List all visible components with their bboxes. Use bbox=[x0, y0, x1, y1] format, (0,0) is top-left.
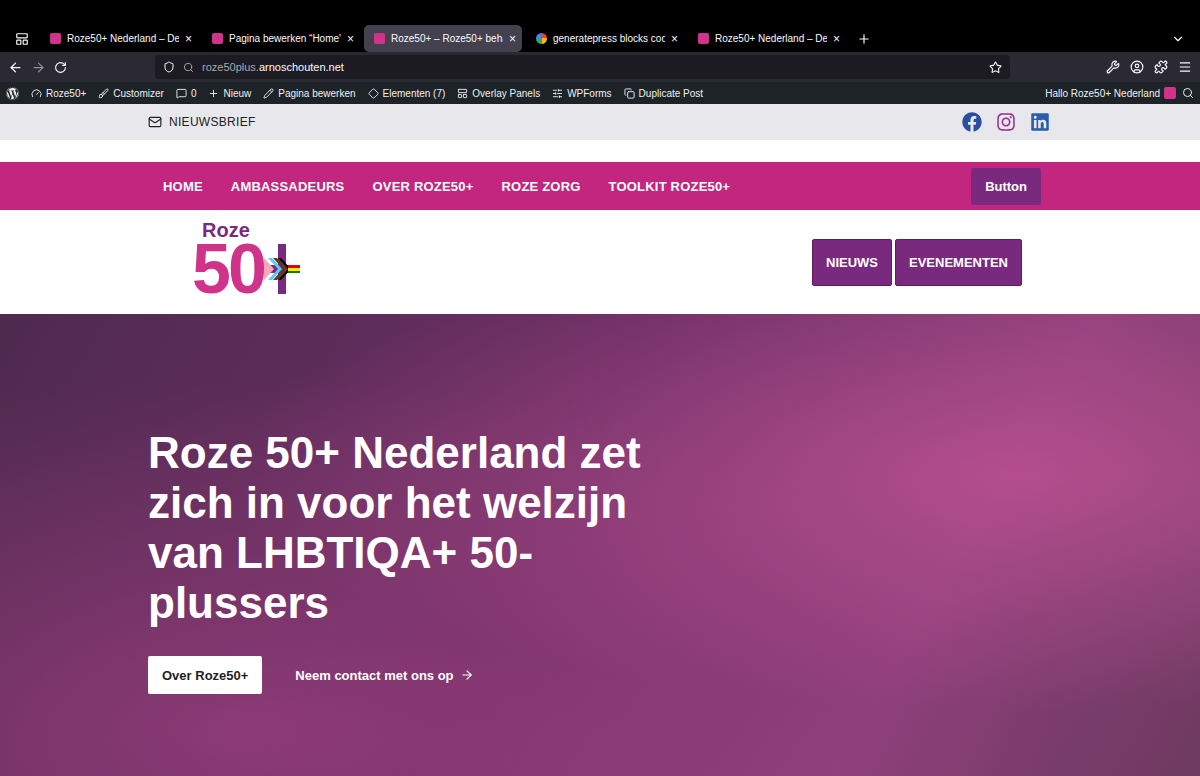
pencil-icon bbox=[263, 88, 274, 99]
favicon-icon bbox=[536, 33, 547, 44]
plus-icon bbox=[208, 88, 219, 99]
tab-list-button[interactable] bbox=[1164, 25, 1192, 53]
forms-icon bbox=[552, 88, 563, 99]
favicon-icon bbox=[698, 33, 709, 44]
nav-item[interactable]: OVER ROZE50+ bbox=[372, 179, 473, 194]
shield-icon bbox=[163, 61, 175, 73]
comment-icon bbox=[176, 88, 187, 99]
diamond-icon bbox=[368, 88, 379, 99]
tab-close-button[interactable]: × bbox=[509, 32, 516, 46]
browser-tab[interactable]: Roze50+ Nederland – De belang× bbox=[688, 25, 846, 52]
extensions-icon[interactable] bbox=[1154, 60, 1168, 74]
chevron-down-icon bbox=[1171, 32, 1185, 46]
favicon-icon bbox=[50, 33, 61, 44]
site-topbar: NIEUWSBRIEF bbox=[0, 104, 1200, 140]
admin-bar-item[interactable]: Elementen (7) bbox=[368, 88, 446, 99]
hero-heading: Roze 50+ Nederland zet zich in voor het … bbox=[148, 428, 708, 628]
wp-admin-bar: Roze50+ Customizer 0 Nieuw Pagina bewerken El… bbox=[0, 82, 1200, 104]
spacer bbox=[0, 140, 1200, 162]
site-logo[interactable]: Roze50 bbox=[192, 220, 300, 304]
reload-icon[interactable] bbox=[54, 61, 67, 74]
admin-bar-item[interactable]: Roze50+ bbox=[31, 88, 86, 99]
favicon-icon bbox=[374, 33, 385, 44]
account-icon[interactable] bbox=[1130, 60, 1144, 74]
plus-icon bbox=[857, 32, 871, 46]
browser-tab[interactable]: generatepress blocks code for s× bbox=[526, 25, 684, 52]
search-icon[interactable] bbox=[1182, 87, 1194, 99]
new-tab-button[interactable] bbox=[850, 25, 878, 53]
pride-plus-icon bbox=[264, 244, 300, 294]
tab-close-button[interactable]: × bbox=[833, 32, 840, 46]
copy-icon bbox=[624, 88, 635, 99]
contact-link[interactable]: Neem contact met ons op bbox=[295, 668, 473, 683]
hero: Roze 50+ Nederland zet zich in voor het … bbox=[0, 314, 1200, 776]
mail-icon bbox=[148, 115, 162, 129]
admin-bar-item[interactable]: Overlay Panels bbox=[457, 88, 540, 99]
nav-item[interactable]: ROZE ZORG bbox=[501, 179, 580, 194]
address-row: roze50plus.arnoschouten.net bbox=[0, 52, 1200, 82]
arrow-right-icon bbox=[460, 668, 474, 682]
browser-tab[interactable]: Pagina bewerken “Home” ‹ Roz× bbox=[202, 25, 360, 52]
tab-close-button[interactable]: × bbox=[671, 32, 678, 46]
browser-tab[interactable]: Roze50+ – Roze50+ behartigt d× bbox=[364, 25, 522, 52]
admin-bar-item[interactable]: Duplicate Post bbox=[624, 88, 703, 99]
bookmark-star-icon[interactable] bbox=[989, 61, 1002, 74]
linkedin-icon[interactable] bbox=[1030, 112, 1050, 132]
nav-item[interactable]: TOOLKIT ROZE50+ bbox=[609, 179, 731, 194]
hero-primary-button[interactable]: Over Roze50+ bbox=[148, 656, 262, 694]
site-info-icon bbox=[183, 62, 194, 73]
page: Roze50+ Nederland – De belang×Pagina bew… bbox=[0, 0, 1200, 776]
nav-item[interactable]: HOME bbox=[163, 179, 203, 194]
panel-icon bbox=[457, 88, 468, 99]
admin-bar-item[interactable]: Customizer bbox=[98, 88, 164, 99]
header-button[interactable]: EVENEMENTEN bbox=[895, 239, 1022, 286]
instagram-icon[interactable] bbox=[996, 112, 1016, 132]
site-header: Roze50 NIEUWSEVENEMENTEN bbox=[0, 210, 1200, 314]
admin-bar-item[interactable]: WPForms bbox=[552, 88, 611, 99]
admin-greeting[interactable]: Hallo Roze50+ Nederland bbox=[1045, 87, 1176, 99]
avatar-icon bbox=[1164, 87, 1176, 99]
brush-icon bbox=[98, 88, 109, 99]
overview-icon bbox=[15, 32, 29, 46]
newsletter-link[interactable]: NIEUWSBRIEF bbox=[148, 115, 256, 129]
back-icon[interactable] bbox=[8, 60, 23, 75]
header-button[interactable]: NIEUWS bbox=[812, 239, 892, 286]
tab-close-button[interactable]: × bbox=[347, 32, 354, 46]
main-nav: HOME AMBASSADEURS OVER ROZE50+ ROZE ZORG TOO… bbox=[0, 162, 1200, 210]
wrench-icon[interactable] bbox=[1106, 60, 1120, 74]
admin-bar-item[interactable]: Pagina bewerken bbox=[263, 88, 355, 99]
tab-overview-button[interactable] bbox=[8, 25, 36, 53]
favicon-icon bbox=[212, 33, 223, 44]
admin-bar-item[interactable]: Nieuw bbox=[208, 88, 251, 99]
nav-item[interactable]: AMBASSADEURS bbox=[231, 179, 345, 194]
tab-close-button[interactable]: × bbox=[185, 32, 192, 46]
url-field[interactable]: roze50plus.arnoschouten.net bbox=[155, 55, 1010, 79]
nav-button[interactable]: Button bbox=[971, 168, 1041, 205]
browser-tab[interactable]: Roze50+ Nederland – De belang× bbox=[40, 25, 198, 52]
menu-icon[interactable] bbox=[1178, 60, 1192, 74]
wordpress-icon[interactable] bbox=[6, 87, 19, 100]
forward-icon[interactable] bbox=[31, 60, 46, 75]
facebook-icon[interactable] bbox=[962, 112, 982, 132]
tab-strip: Roze50+ Nederland – De belang×Pagina bew… bbox=[0, 0, 1200, 52]
admin-bar-item[interactable]: 0 bbox=[176, 88, 197, 99]
gauge-icon bbox=[31, 88, 42, 99]
